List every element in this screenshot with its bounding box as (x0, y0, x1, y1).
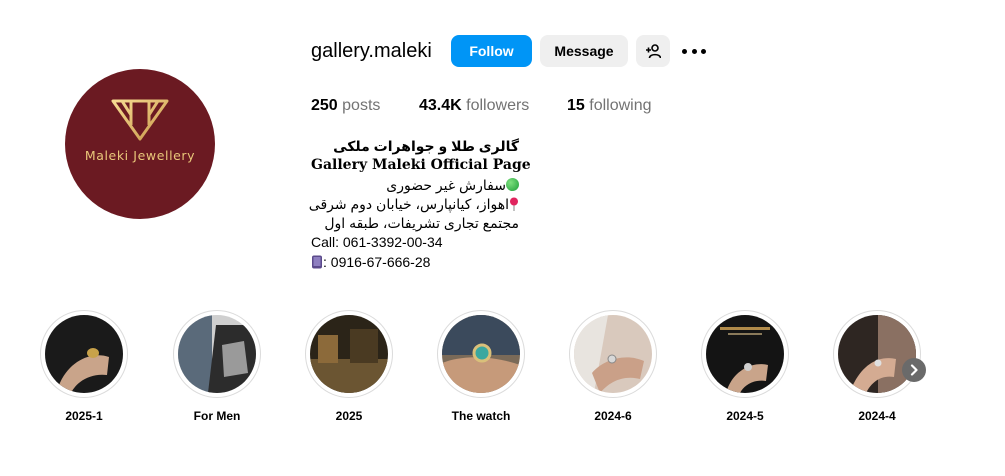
highlight-thumbnail (178, 315, 256, 393)
person-plus-icon (646, 44, 661, 59)
bio-title-persian: گالری طلا و جواهرات ملکی (333, 138, 519, 154)
following-stat[interactable]: 15 following (567, 97, 652, 115)
highlight-ring (437, 310, 525, 398)
highlight-ring (569, 310, 657, 398)
bio-mobile-text: : 0916-67-666-28 (323, 253, 431, 270)
highlight-for-men[interactable]: For Men (172, 310, 262, 423)
highlight-label: 2025-1 (65, 409, 103, 423)
diamond-logo-icon (111, 99, 169, 141)
highlight-ring (701, 310, 789, 398)
more-dot-icon (691, 48, 697, 54)
posts-count: 250 (311, 97, 338, 114)
highlight-2024-5[interactable]: 2024-5 (700, 310, 790, 423)
highlight-2025-1[interactable]: 2025-1 (39, 310, 129, 423)
highlight-ring (833, 310, 921, 398)
highlight-thumbnail (574, 315, 652, 393)
highlight-label: For Men (193, 409, 241, 423)
more-dot-icon (701, 48, 706, 54)
mobile-phone-icon (312, 255, 322, 269)
highlight-thumbnail (442, 315, 520, 393)
profile-bio: گالری طلا و جواهرات ملکی Gallery Maleki … (308, 137, 551, 272)
highlight-ring (40, 310, 128, 398)
chevron-right-icon (910, 364, 918, 376)
highlight-thumbnail (838, 315, 916, 393)
bio-order-text: سفارش غیر حضوری (386, 176, 506, 193)
highlight-label: 2024-6 (594, 409, 632, 423)
highlight-ring (305, 310, 393, 398)
green-circle-icon (506, 177, 519, 191)
highlight-2025[interactable]: 2025 (304, 310, 394, 423)
following-label: following (589, 97, 652, 114)
posts-label: posts (342, 97, 381, 114)
highlight-label: 2025 (335, 409, 363, 423)
avatar-brand-text: Maleki Jewellery (84, 148, 196, 163)
bio-address-text: اهواز، کیانپارس، خیابان دوم شرقی (308, 195, 509, 212)
profile-username[interactable]: gallery.maleki (311, 40, 432, 63)
message-button[interactable]: Message (540, 35, 628, 67)
highlight-thumbnail (310, 315, 388, 393)
highlight-thumbnail (45, 315, 123, 393)
highlights-next-button[interactable] (902, 358, 926, 382)
highlight-label: The watch (451, 409, 511, 423)
followers-count: 43.4K (419, 97, 462, 114)
highlight-label: 2024-5 (726, 409, 764, 423)
bio-mobile-line: : 0916-67-666-28 (311, 253, 551, 272)
highlight-label: 2024-4 (858, 409, 896, 423)
highlight-thumbnail (706, 315, 784, 393)
bio-address-line: اهواز، کیانپارس، خیابان دوم شرقی (308, 195, 519, 214)
highlight-ring (173, 310, 261, 398)
following-count: 15 (567, 97, 585, 114)
follow-button[interactable]: Follow (451, 35, 532, 67)
posts-stat: 250 posts (311, 97, 380, 115)
bio-page-name: Gallery Maleki Official Page (311, 157, 531, 174)
pin-icon (510, 197, 518, 211)
add-user-button[interactable] (636, 35, 670, 67)
more-dot-icon (682, 48, 687, 54)
followers-label: followers (466, 97, 530, 114)
more-options-button[interactable] (682, 41, 706, 61)
highlight-2024-6[interactable]: 2024-6 (568, 310, 658, 423)
bio-phone-line: Call: 061-3392-00-34 (311, 234, 443, 251)
profile-avatar[interactable]: Maleki Jewellery (65, 69, 215, 219)
bio-order-line: سفارش غیر حضوری (311, 176, 519, 195)
highlight-the-watch[interactable]: The watch (436, 310, 526, 423)
followers-stat[interactable]: 43.4K followers (419, 97, 529, 115)
bio-building-line: مجتمع تجاری تشریفات، طبقه اول (324, 215, 519, 232)
